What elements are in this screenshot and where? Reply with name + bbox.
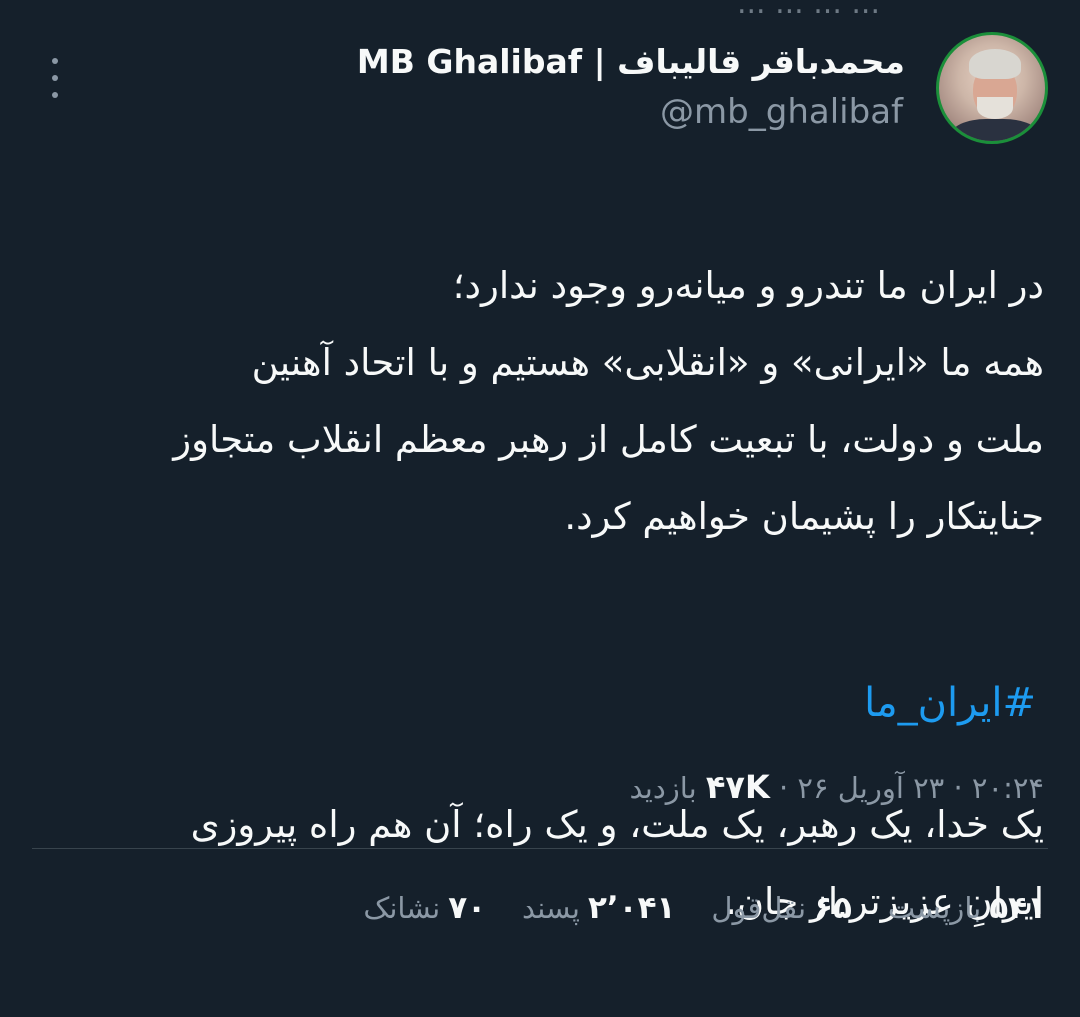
tweet-date[interactable]: ۲۳ آوریل ۲۶ (797, 771, 944, 805)
meta-separator: · (953, 771, 963, 805)
user-handle[interactable]: @mb_ghalibaf (660, 92, 903, 132)
stat-likes[interactable]: ۲٬۰۴۱پسند (522, 890, 675, 926)
views-label: بازدید (629, 771, 697, 805)
display-name[interactable]: محمدباقر قالیباف | MB Ghalibaf (357, 42, 905, 81)
stat-count: ۲٬۰۴۱ (587, 890, 676, 926)
more-vertical-icon[interactable] (47, 58, 63, 98)
tweet-paragraph-1: در ایران ما تندرو و میانه‌رو وجود ندارد؛… (173, 264, 1044, 538)
stat-label: بازپست (887, 891, 982, 925)
stat-reposts[interactable]: ۵۴۱بازپست (888, 890, 1046, 926)
stat-count: ۷۰ (448, 890, 487, 926)
avatar[interactable] (936, 32, 1048, 144)
tweet-header: محمدباقر قالیباف | MB Ghalibaf @mb_ghali… (0, 30, 1080, 150)
stat-quotes[interactable]: ۶۵نقل‌قول (711, 890, 851, 926)
stat-bookmarks[interactable]: ۷۰نشانک (363, 890, 486, 926)
meta-separator: · (778, 771, 789, 805)
stat-label: پسند (522, 891, 580, 925)
cut-off-previous-line: ... ... ... ... (736, 0, 880, 21)
tweet-meta: ۲۰:۲۴ · ۲۳ آوریل ۲۶ · ۴۷K بازدید (630, 768, 1044, 806)
hashtag-link[interactable]: #ایران_ما (864, 680, 1036, 726)
tweet-time[interactable]: ۲۰:۲۴ (972, 771, 1044, 805)
stat-label: نشانک (363, 891, 441, 925)
stat-count: ۶۵ (814, 890, 852, 926)
stat-count: ۵۴۱ (989, 890, 1046, 926)
engagement-stats: ۵۴۱بازپست ۶۵نقل‌قول ۲٬۰۴۱پسند ۷۰نشانک (363, 890, 1046, 926)
stat-label: نقل‌قول (711, 891, 807, 925)
divider (32, 848, 1048, 849)
views-count: ۴۷K (705, 768, 770, 806)
